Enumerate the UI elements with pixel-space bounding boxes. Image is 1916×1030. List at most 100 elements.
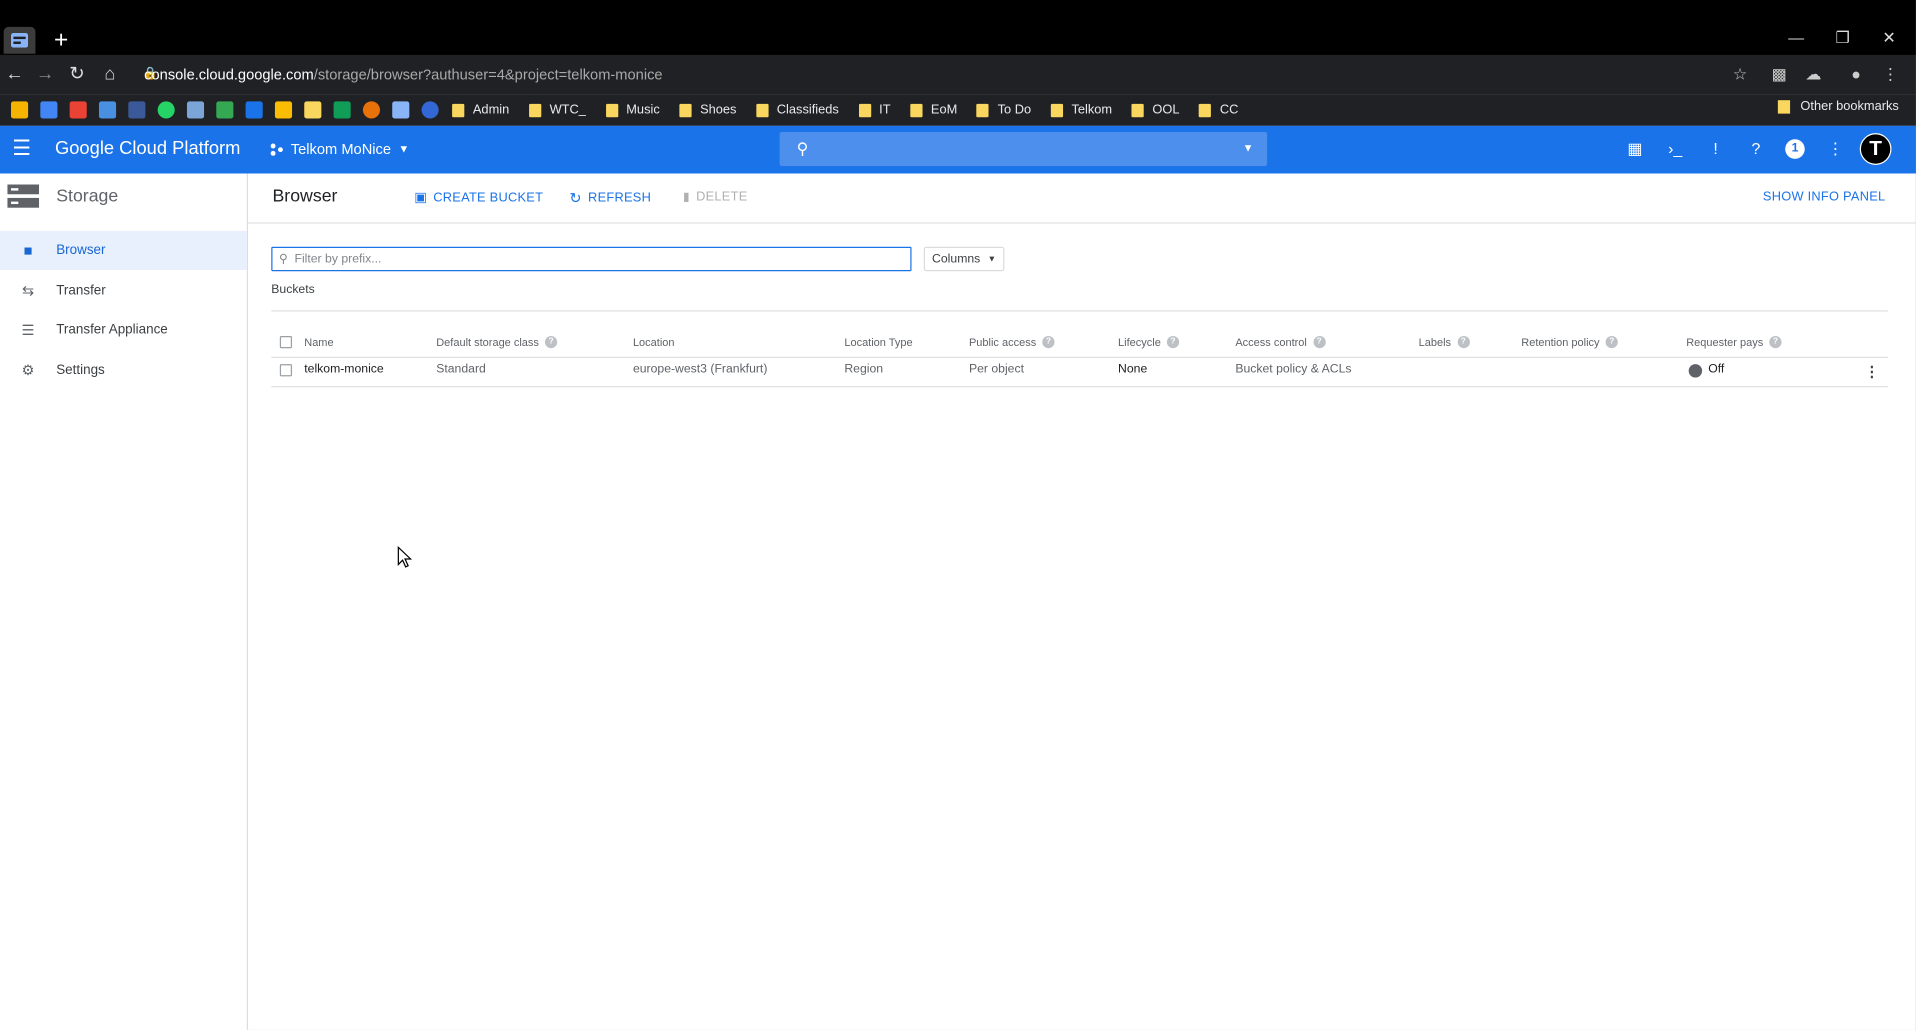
help-icon[interactable]: ? xyxy=(1605,335,1618,349)
help-icon[interactable]: ? xyxy=(1746,139,1766,159)
column-header-storage-class[interactable]: Default storage class? xyxy=(436,335,558,349)
table-cell-requester-pays[interactable]: Off xyxy=(1708,363,1724,378)
column-header-location-type[interactable]: Location Type xyxy=(844,336,912,348)
notifications-icon[interactable]: 1 xyxy=(1785,139,1805,159)
tab-search-icon[interactable] xyxy=(3,26,36,54)
bookmark-whatsapp-icon[interactable] xyxy=(157,101,175,119)
help-icon[interactable]: ? xyxy=(1312,335,1326,349)
show-info-panel-button[interactable]: SHOW INFO PANEL xyxy=(1763,189,1885,204)
help-icon[interactable]: ? xyxy=(1042,335,1055,349)
search-input[interactable] xyxy=(779,131,1268,167)
bookmark-folder[interactable]: EoM xyxy=(910,103,957,117)
search-dropdown-icon[interactable]: ▼ xyxy=(1243,142,1254,154)
project-dots-icon xyxy=(270,142,283,156)
bookmark-folder-label: Shoes xyxy=(700,102,737,118)
bookmark-drive-icon[interactable] xyxy=(274,101,293,119)
home-icon[interactable]: ⌂ xyxy=(98,62,122,86)
more-vert-icon[interactable]: ⋮ xyxy=(1826,139,1846,159)
bucket-name-link[interactable]: telkom-monice xyxy=(304,363,383,378)
bookmark-folder[interactable]: To Do xyxy=(976,103,1031,117)
checkbox[interactable] xyxy=(279,335,293,349)
section-label: Buckets xyxy=(271,283,315,297)
minimize-icon[interactable]: — xyxy=(1782,27,1811,49)
bookmark-sheets-icon[interactable] xyxy=(333,101,351,119)
column-header-lifecycle[interactable]: Lifecycle? xyxy=(1118,335,1180,349)
add-bucket-icon: ▣ xyxy=(414,190,428,206)
filter-field[interactable]: ⚲ xyxy=(271,246,912,272)
product-title[interactable]: Google Cloud Platform xyxy=(55,138,240,160)
column-header-name[interactable]: Name xyxy=(304,336,333,348)
checkbox[interactable] xyxy=(279,364,293,377)
bookmark-folder[interactable]: IT xyxy=(858,103,891,117)
folder-icon xyxy=(679,103,692,117)
bookmark-blue-icon[interactable] xyxy=(421,101,439,119)
columns-button[interactable]: Columns ▼ xyxy=(923,246,1005,272)
reload-icon[interactable]: ↻ xyxy=(65,62,89,86)
cloud-extension-icon[interactable]: ☁ xyxy=(1802,64,1824,86)
column-header-access-control[interactable]: Access control? xyxy=(1235,335,1326,349)
bookmark-mail-icon[interactable] xyxy=(40,101,58,119)
bookmark-folder-label: OOL xyxy=(1152,102,1180,118)
bookmark-orange-icon[interactable] xyxy=(362,101,381,119)
bookmark-calendar-icon[interactable] xyxy=(98,101,117,119)
close-icon[interactable]: ✕ xyxy=(1874,27,1903,49)
mouse-cursor-icon xyxy=(397,546,413,568)
delete-button[interactable]: ▮ DELETE xyxy=(683,189,747,204)
gift-icon[interactable]: ▦ xyxy=(1625,139,1645,159)
column-header-public-access[interactable]: Public access? xyxy=(968,335,1055,349)
row-menu-icon[interactable]: ⋮ xyxy=(1865,363,1880,380)
bookmark-feed-icon[interactable] xyxy=(216,101,234,119)
table-cell-lifecycle[interactable]: None xyxy=(1118,363,1147,378)
other-bookmarks[interactable]: Other bookmarks xyxy=(1778,98,1899,114)
help-icon[interactable]: ? xyxy=(1769,335,1782,349)
bookmark-folder[interactable]: WTC_ xyxy=(528,103,586,117)
feedback-icon[interactable]: ! xyxy=(1706,139,1726,159)
sidebar-item-transfer[interactable]: ⇆ Transfer xyxy=(0,271,247,310)
bookmark-keep-icon[interactable] xyxy=(304,101,322,119)
create-bucket-button[interactable]: ▣ CREATE BUCKET xyxy=(414,189,543,205)
column-header-location[interactable]: Location xyxy=(633,336,675,348)
bookmark-image-icon[interactable] xyxy=(392,101,410,119)
bookmark-folder[interactable]: Classifieds xyxy=(756,103,839,117)
column-header-requester-pays[interactable]: Requester pays? xyxy=(1686,335,1782,349)
bookmark-folder[interactable]: CC xyxy=(1199,103,1238,117)
sidebar-item-settings[interactable]: ⚙ Settings xyxy=(0,351,247,390)
sidebar-item-transfer-appliance[interactable]: ☰ Transfer Appliance xyxy=(0,310,247,349)
address-bar[interactable]: console.cloud.google.com/storage/browser… xyxy=(144,62,1757,86)
select-all-checkbox[interactable] xyxy=(279,335,293,349)
menu-icon[interactable]: ☰ xyxy=(12,137,34,160)
bookmark-folder[interactable]: Admin xyxy=(452,103,509,117)
bookmark-folder[interactable]: Shoes xyxy=(679,102,737,118)
bookmark-folder[interactable]: Music xyxy=(605,103,660,117)
row-checkbox[interactable] xyxy=(279,364,293,377)
help-icon[interactable]: ? xyxy=(545,335,558,349)
table-cell-storage-class: Standard xyxy=(436,362,486,377)
new-tab-icon[interactable]: + xyxy=(46,27,75,54)
extension-icon[interactable]: ▩ xyxy=(1768,64,1790,86)
bookmark-folder[interactable]: OOL xyxy=(1131,102,1180,118)
profile-icon[interactable]: ● xyxy=(1845,64,1867,86)
bookmark-app-icon[interactable] xyxy=(245,101,263,119)
help-icon[interactable]: ? xyxy=(1166,335,1180,349)
bookmark-office-icon[interactable] xyxy=(69,101,87,119)
project-picker[interactable]: Telkom MoNice ▼ xyxy=(270,138,409,160)
bookmark-facebook-icon[interactable] xyxy=(128,101,146,119)
refresh-button[interactable]: ↻ REFRESH xyxy=(569,189,651,206)
avatar[interactable]: T xyxy=(1859,133,1892,165)
column-header-label: Public access xyxy=(968,335,1037,349)
back-icon[interactable]: ← xyxy=(2,62,26,86)
bookmark-cloud-icon[interactable] xyxy=(186,101,205,119)
bookmark-folder[interactable]: Telkom xyxy=(1050,103,1112,117)
restore-icon[interactable]: ❐ xyxy=(1828,27,1857,49)
bookmark-favicon-icon[interactable] xyxy=(10,101,29,119)
forward-icon[interactable]: → xyxy=(33,62,57,86)
help-icon[interactable]: ? xyxy=(1457,335,1470,349)
filter-input[interactable] xyxy=(294,252,881,266)
cloud-shell-icon[interactable]: ›_ xyxy=(1665,139,1685,159)
star-icon[interactable]: ☆ xyxy=(1729,64,1751,86)
sidebar-item-browser[interactable]: ■ Browser xyxy=(0,230,247,271)
column-header-retention-policy[interactable]: Retention policy? xyxy=(1521,335,1618,349)
chrome-menu-icon[interactable]: ⋮ xyxy=(1879,64,1901,86)
other-bookmarks-label: Other bookmarks xyxy=(1800,98,1899,114)
column-header-labels[interactable]: Labels? xyxy=(1419,335,1470,349)
